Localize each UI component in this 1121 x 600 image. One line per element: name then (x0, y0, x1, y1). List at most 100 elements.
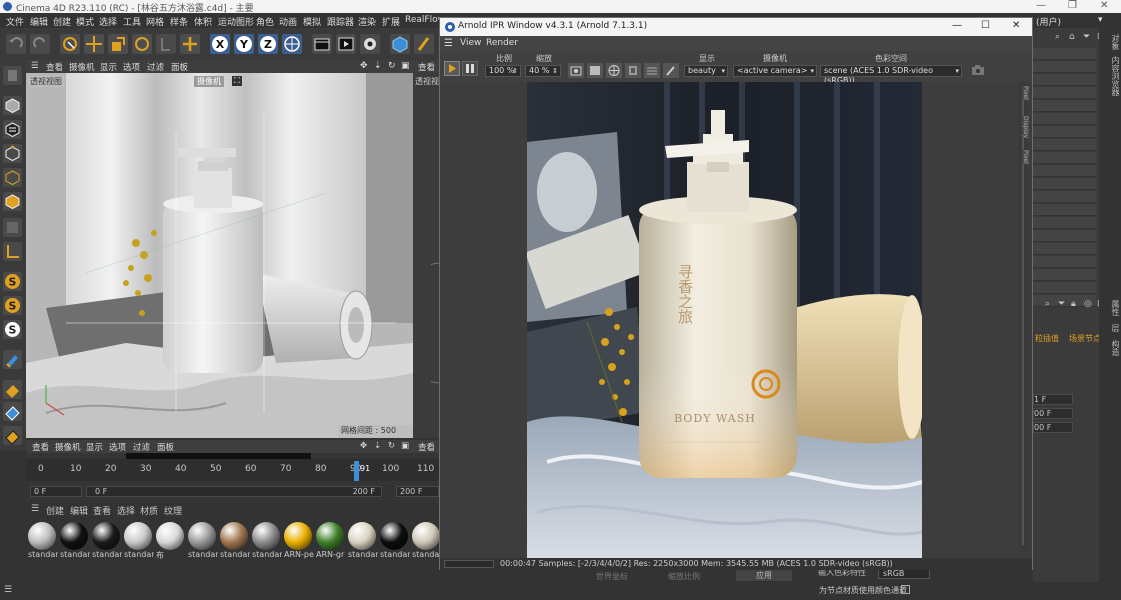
polygon-mode-icon[interactable] (3, 192, 22, 211)
color-picker-icon[interactable] (663, 63, 679, 78)
rp-search-icon[interactable]: ⌕ (1055, 32, 1060, 42)
zoom-spin-icon[interactable]: ⇕ (552, 66, 558, 76)
side-tab-structure[interactable]: 构造 (1110, 340, 1121, 356)
rp2-lock-icon[interactable]: 🔒︎ (1071, 299, 1076, 309)
bottom-menu-options[interactable]: 选项 (109, 441, 126, 453)
move-icon[interactable] (84, 34, 104, 54)
material-swatch[interactable] (124, 522, 152, 550)
arnold-close-icon[interactable]: ✕ (1012, 20, 1020, 31)
attr-tab-interp[interactable]: 粒插值 (1035, 333, 1059, 344)
material-swatch[interactable] (348, 522, 376, 550)
menu-mesh[interactable]: 网格 (146, 15, 164, 28)
menu-edit[interactable]: 编辑 (30, 15, 48, 28)
render-image[interactable]: 寻香之旅 BODY WASH (527, 82, 922, 558)
menu-create[interactable]: 创建 (53, 15, 71, 28)
pen-icon[interactable] (414, 34, 434, 54)
object-row[interactable] (1033, 243, 1096, 255)
render-view-icon[interactable] (312, 34, 332, 54)
object-row[interactable] (1033, 126, 1096, 138)
edge-mode-icon[interactable] (3, 168, 22, 187)
camera-tag[interactable]: 摄像机 (194, 76, 224, 87)
coord-world-dropdown[interactable]: 世界坐标 (596, 571, 628, 582)
bottom-nav-down-icon[interactable]: ⇣ (374, 441, 381, 451)
menu-volume[interactable]: 体积 (194, 15, 212, 28)
texture-mode-icon[interactable] (3, 120, 22, 139)
redo-icon[interactable] (30, 34, 50, 54)
grid-icon[interactable] (3, 380, 22, 399)
viewport-maximize-icon[interactable]: ▣ (401, 61, 410, 71)
workplane-icon[interactable] (3, 242, 22, 261)
ipr-pause-button[interactable] (462, 61, 478, 76)
ratio-spin-icon[interactable]: ⇕ (512, 66, 518, 76)
lines-icon[interactable] (644, 63, 660, 78)
side-tab-layers[interactable]: 层 (1110, 324, 1121, 332)
rp2-filter-icon[interactable]: ⏷ (1058, 299, 1065, 309)
viewport-menu-view[interactable]: 查看 (46, 61, 63, 73)
object-row[interactable] (1033, 204, 1096, 216)
arnold-hamburger-icon[interactable]: ☰ (444, 38, 453, 49)
y-axis-icon[interactable]: Y (234, 34, 254, 54)
timeline-ruler[interactable]: 0 10 20 30 40 50 60 70 80 90 100 110 91 (26, 459, 439, 481)
object-row[interactable] (1033, 152, 1096, 164)
material-swatch[interactable] (220, 522, 248, 550)
model-mode-icon[interactable] (3, 96, 22, 115)
menu-tracker[interactable]: 跟踪器 (327, 15, 354, 28)
brush-icon[interactable] (3, 426, 22, 445)
colorspace-dropdown[interactable]: scene (ACES 1.0 SDR-video (sRGB)) ▾ (820, 65, 962, 85)
bottom-maximize-icon[interactable]: ▣ (401, 441, 409, 451)
render-settings-icon[interactable] (360, 34, 380, 54)
point-mode-icon[interactable] (3, 144, 22, 163)
bottom-menu-camera[interactable]: 摄像机 (55, 441, 81, 453)
viewport-menu-options[interactable]: 选项 (123, 61, 140, 73)
camera-dropdown[interactable]: <active camera> ▾ (733, 65, 817, 77)
side-tab-pixel[interactable]: Pixel (1022, 86, 1029, 100)
object-row[interactable] (1033, 178, 1096, 190)
rotate-icon[interactable] (132, 34, 152, 54)
attr-field-3[interactable]: 00 F (1033, 422, 1073, 433)
side-tab-attributes[interactable]: 属性 (1110, 300, 1121, 316)
viewport-menu-filter[interactable]: 过滤 (147, 61, 164, 73)
arnold-minimize-icon[interactable]: — (952, 20, 962, 31)
material-swatch[interactable] (188, 522, 216, 550)
node-color-channel-checkbox[interactable] (901, 585, 910, 594)
attr-field-2[interactable]: 00 F (1033, 408, 1073, 419)
scale-icon[interactable] (108, 34, 128, 54)
coord-apply-button[interactable]: 应用 (736, 570, 792, 581)
layout-label[interactable]: (用户) (1036, 15, 1061, 28)
snap-icon[interactable]: S (3, 272, 22, 291)
material-swatch[interactable] (252, 522, 280, 550)
menu-select[interactable]: 选择 (99, 15, 117, 28)
material-swatch[interactable] (60, 522, 88, 550)
ratio-spinner[interactable]: 100 % ⇕ (485, 65, 521, 77)
menu-extensions[interactable]: 扩展 (382, 15, 400, 28)
arnold-menu-view[interactable]: View (460, 38, 481, 48)
viewport-nav-rotate-icon[interactable]: ↻ (388, 61, 396, 71)
start-frame-field[interactable]: 0 F (30, 486, 82, 497)
timeline-playhead[interactable] (354, 461, 359, 481)
end-frame-field[interactable]: 200 F (396, 486, 439, 497)
snapshot-icon[interactable] (568, 63, 584, 78)
camera-snapshot-icon[interactable] (970, 63, 986, 77)
crop-icon[interactable] (625, 63, 641, 78)
quantize-icon[interactable]: S (3, 320, 22, 339)
rp2-search-icon[interactable]: ⌕ (1045, 299, 1050, 309)
viewport-menu-camera[interactable]: 摄像机 (69, 61, 95, 73)
object-row[interactable] (1033, 100, 1096, 112)
menu-tools[interactable]: 工具 (123, 15, 141, 28)
bottom-menu-filter[interactable]: 过滤 (133, 441, 150, 453)
attr-tab-scene-node[interactable]: 场景节点 (1069, 333, 1101, 344)
rp2-target-icon[interactable]: ◎ (1084, 299, 1092, 309)
bottom-right-menu-view[interactable]: 查看 (418, 441, 435, 453)
magnet-icon[interactable] (3, 350, 22, 369)
material-swatch[interactable] (380, 522, 408, 550)
object-row[interactable] (1033, 48, 1096, 60)
viewport-nav-down-icon[interactable]: ⇣ (374, 61, 382, 71)
object-row[interactable] (1033, 113, 1096, 125)
bottom-nav-move-icon[interactable]: ✥ (360, 441, 367, 451)
menu-character[interactable]: 角色 (256, 15, 274, 28)
axis-mode-icon[interactable] (3, 218, 22, 237)
rp-home-icon[interactable]: ⌂ (1069, 32, 1075, 42)
bottom-menu-panel[interactable]: 面板 (157, 441, 174, 453)
globe-icon[interactable] (606, 63, 622, 78)
object-row[interactable] (1033, 87, 1096, 99)
